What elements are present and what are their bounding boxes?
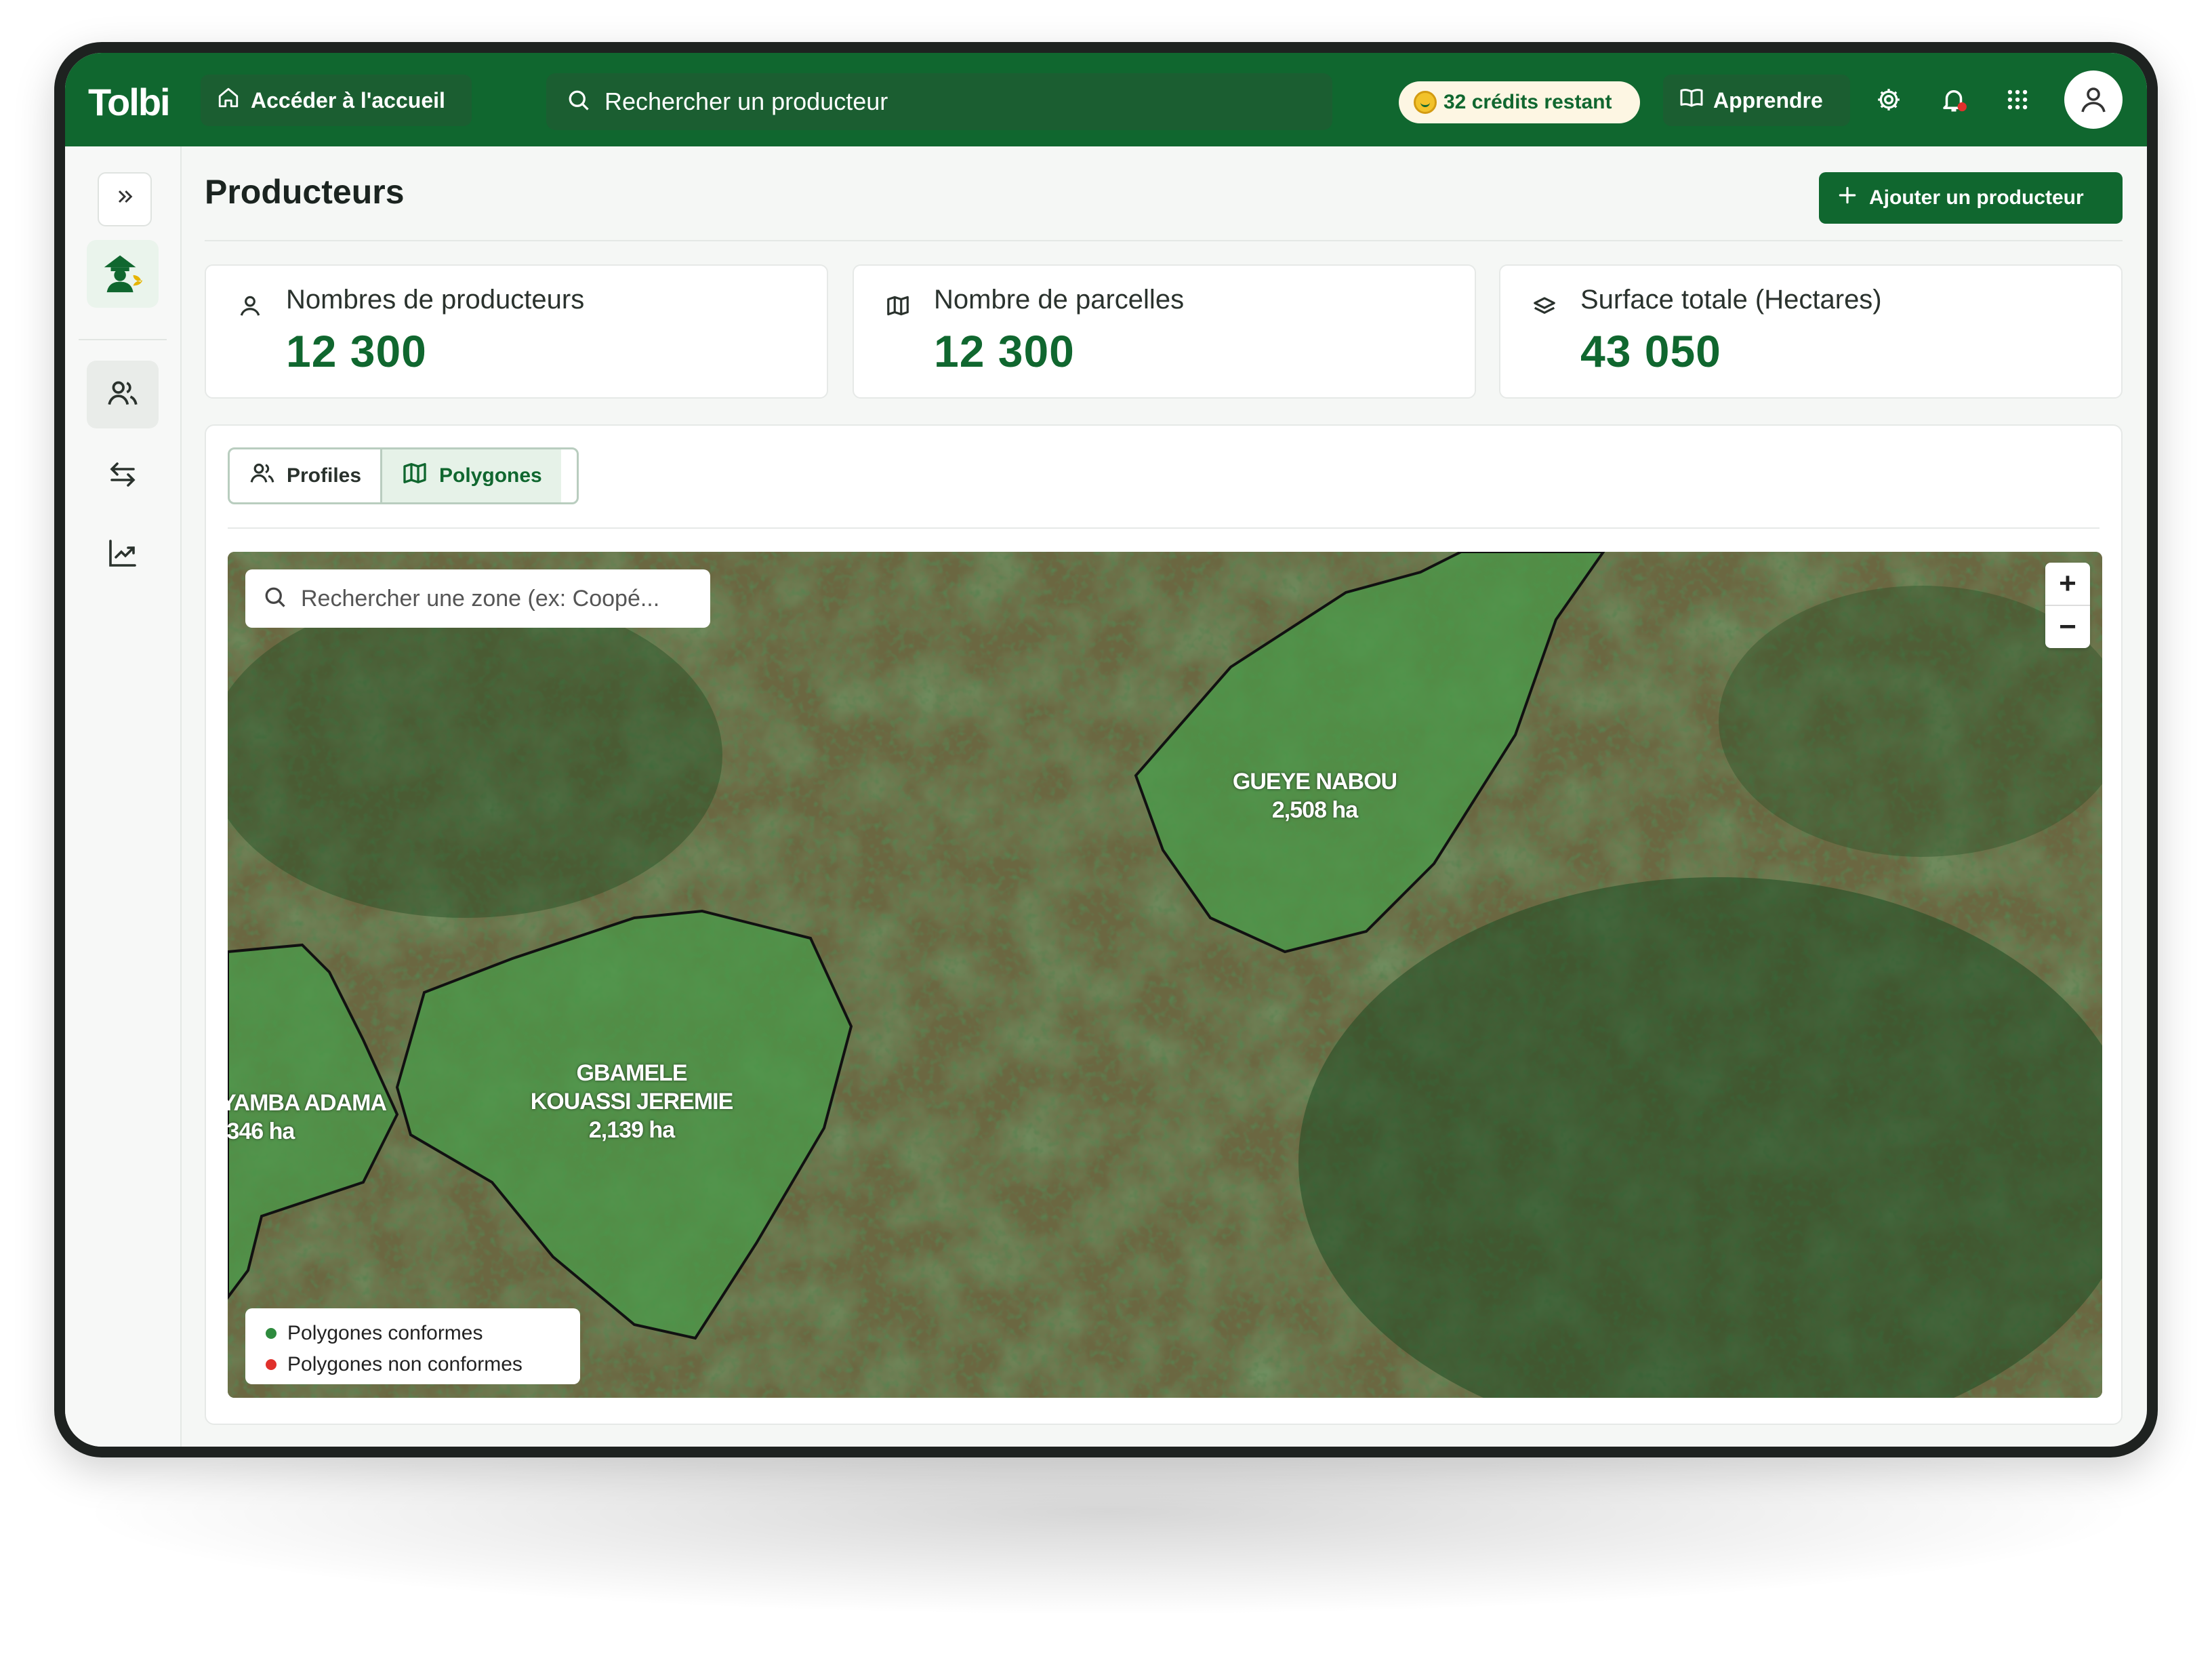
sidebar-item-transfers[interactable] [87,442,159,510]
producer-search-input[interactable] [603,87,1284,117]
top-bar: Tolbi Accéder à l'accueil 32 crédits res… [65,53,2147,146]
apps-grid-icon[interactable] [2001,83,2034,117]
stat-card-parcels: Nombre de parcelles 12 300 [853,264,1476,399]
polygon-name: YAMBA ADAMA [228,1090,387,1116]
stat-label: Nombre de parcelles [934,285,1185,315]
stat-value: 43 050 [1580,326,1721,376]
home-button[interactable]: Accéder à l'accueil [201,75,472,126]
map-canvas [228,552,2102,1398]
search-icon [567,88,591,116]
polygon-label-gbamele: GBAMELE KOUASSI JEREMIE 2,139 ha [530,1059,734,1144]
zone-search-bar[interactable] [245,569,710,628]
polygon-area: ,346 ha [228,1119,295,1144]
add-producer-label: Ajouter un producteur [1869,186,2084,209]
tab-profiles[interactable]: Profiles [230,449,380,502]
polygon-area: 2,139 ha [588,1117,675,1143]
legend-dot-green [266,1328,276,1339]
legend-label: Polygones conformes [287,1322,483,1344]
double-chevron-right-icon [114,185,136,214]
view-tabs: Profiles Polygones [228,447,579,504]
legend-dot-red [266,1359,276,1370]
app-screen: Tolbi Accéder à l'accueil 32 crédits res… [65,53,2147,1447]
polygon-label-yamba-adama: YAMBA ADAMA ,346 ha [228,1089,411,1146]
legend-item-non-conformes: Polygones non conformes [266,1349,580,1380]
app-logo[interactable]: Tolbi [88,80,171,124]
zoom-in-button[interactable]: + [2045,563,2090,605]
credits-label: 32 crédits restant [1443,91,1612,113]
sidebar-item-producers-module[interactable] [87,240,159,308]
zone-search-input[interactable] [300,584,709,613]
search-icon [263,585,287,613]
stat-label: Surface totale (Hectares) [1580,285,1882,315]
book-icon [1679,85,1704,115]
polygon-name-line2: KOUASSI JEREMIE [530,1089,734,1114]
polygon-label-gueye-nabou: GUEYE NABOU 2,508 ha [1227,767,1403,824]
user-icon [237,293,263,322]
stat-card-surface: Surface totale (Hectares) 43 050 [1499,264,2123,399]
stat-card-producers: Nombres de producteurs 12 300 [205,264,828,399]
user-avatar[interactable] [2064,71,2123,129]
map-panel: Profiles Polygones GUEYE NABOU 2,508 ha … [205,424,2123,1425]
device-frame: Tolbi Accéder à l'accueil 32 crédits res… [54,42,2158,1457]
polygon-name-line1: GBAMELE [576,1060,688,1086]
stat-label: Nombres de producteurs [286,285,585,315]
chart-line-icon [106,537,139,573]
polygon-area: 2,508 ha [1271,797,1358,823]
home-button-label: Accéder à l'accueil [251,87,445,113]
sidebar-item-analytics[interactable] [87,521,159,588]
tab-polygones[interactable]: Polygones [380,449,561,502]
legend-item-conformes: Polygones conformes [266,1318,580,1349]
legend-label: Polygones non conformes [287,1353,523,1375]
map-icon [401,460,428,492]
producer-search-bar[interactable] [546,73,1332,130]
coin-icon [1414,91,1437,114]
stat-value: 12 300 [934,326,1075,376]
credits-badge[interactable]: 32 crédits restant [1399,81,1640,123]
notification-bell-icon[interactable] [1937,83,1971,117]
users-icon [106,376,140,414]
title-divider [205,240,2123,241]
map-icon [885,293,911,322]
map-legend: Polygones conformes Polygones non confor… [245,1308,580,1384]
learn-button[interactable]: Apprendre [1663,75,1850,126]
learn-button-label: Apprendre [1713,87,1823,113]
users-icon [249,460,276,492]
sidebar-divider [79,339,167,340]
zoom-control: + − [2045,563,2090,648]
plus-icon [1837,184,1858,212]
zoom-out-button[interactable]: − [2045,606,2090,648]
home-icon [217,86,240,115]
tab-profiles-label: Profiles [287,464,362,487]
page-title: Producteurs [205,173,405,211]
satellite-map[interactable]: GUEYE NABOU 2,508 ha GBAMELE KOUASSI JER… [228,552,2102,1398]
panel-divider [228,527,2100,529]
settings-gear-icon[interactable] [1872,83,1906,117]
expand-sidebar-button[interactable] [98,172,152,226]
layers-icon [1532,293,1557,322]
arrows-exchange-icon [106,458,139,494]
polygon-name: GUEYE NABOU [1232,769,1397,794]
sidebar [65,146,182,1447]
sidebar-item-producers[interactable] [87,361,159,428]
stat-value: 12 300 [286,326,427,376]
add-producer-button[interactable]: Ajouter un producteur [1819,172,2123,224]
farmer-icon [99,251,146,298]
tab-polygones-label: Polygones [439,464,542,487]
